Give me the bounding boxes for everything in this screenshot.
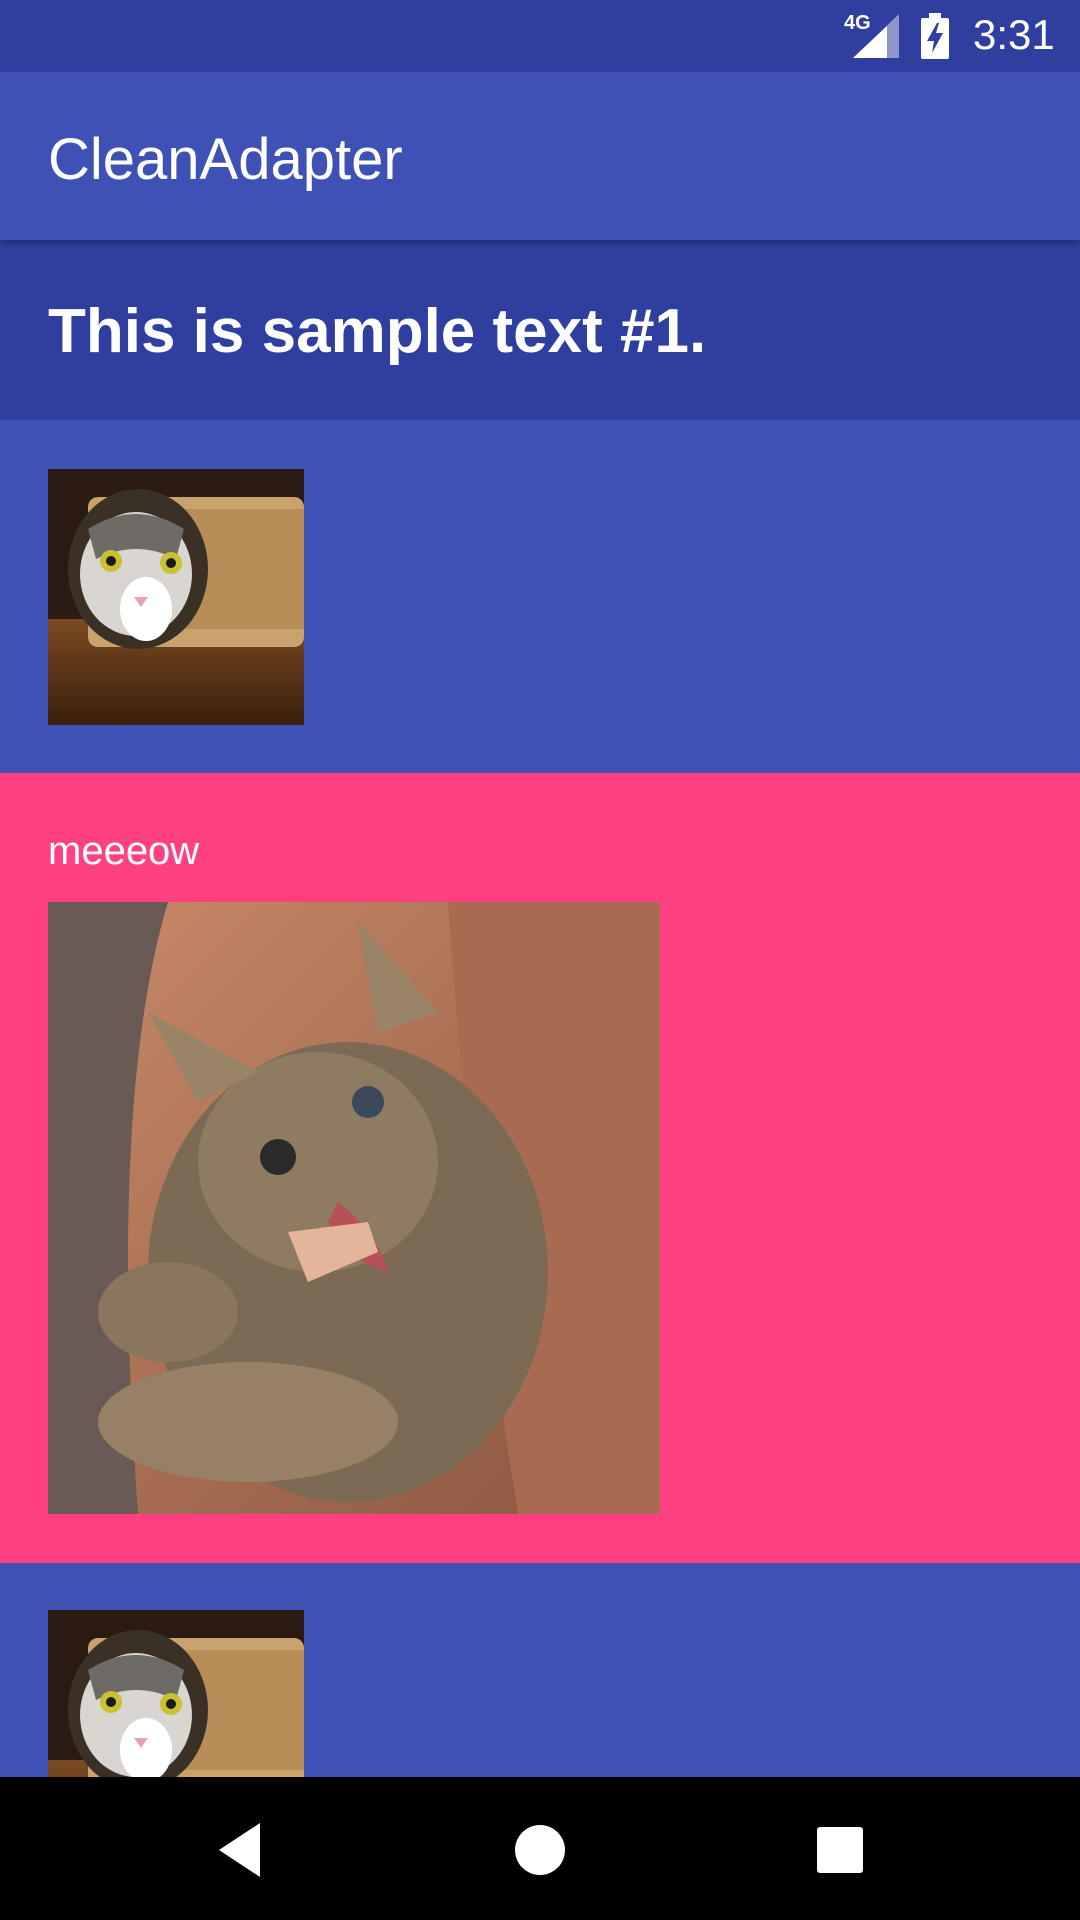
app-bar: CleanAdapter [0, 72, 1080, 240]
sample-text-heading: This is sample text #1. [48, 297, 707, 366]
recents-icon[interactable] [805, 1815, 875, 1885]
list-item-image[interactable] [0, 420, 1080, 773]
status-clock: 3:31 [973, 11, 1055, 58]
cat-thumbnail-image [48, 469, 304, 725]
back-icon[interactable] [205, 1815, 275, 1885]
caption-text: meeeow [48, 829, 200, 873]
app-title: CleanAdapter [48, 127, 403, 192]
cat-thumbnail-image [48, 1610, 304, 1777]
home-icon[interactable] [505, 1815, 575, 1885]
battery-charging-icon [921, 13, 949, 59]
status-bar: 4G 3:31 [0, 0, 1080, 72]
navigation-bar [0, 1777, 1080, 1920]
list-item-image[interactable] [0, 1563, 1080, 1777]
list-item-header[interactable]: This is sample text #1. [0, 240, 1080, 420]
network-type-label: 4G [844, 12, 871, 34]
kitten-photo-image [48, 902, 660, 1514]
list-item-caption-image[interactable]: meeeow [0, 773, 1080, 1563]
